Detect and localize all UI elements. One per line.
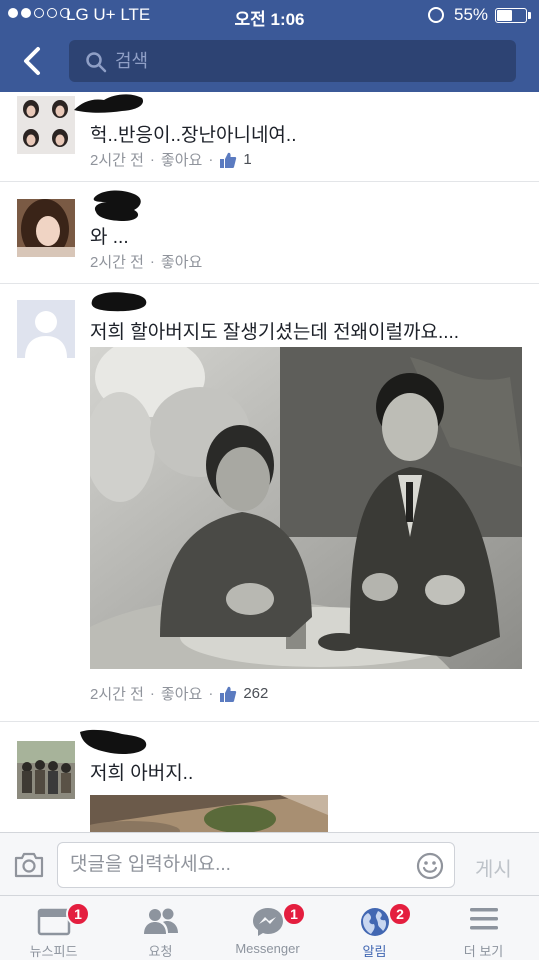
comment-text: 저희 아버지.. [90,763,194,784]
comment-text: 헉..반응이..장난아니네여.. [90,125,297,146]
friends-icon [143,908,178,934]
redacted-name [80,729,147,754]
comment-item: 헉..반응이..장난아니네여.. 2시간 전 · 좋아요 · 1 [0,92,539,182]
default-avatar-icon [17,300,75,358]
notification-badge: 2 [388,902,412,926]
like-button[interactable]: 좋아요 [161,683,202,704]
comment-time: 2시간 전 [90,152,144,169]
like-button[interactable]: 좋아요 [161,251,202,272]
chevron-left-icon [24,47,40,75]
status-bar: LG U+ LTE 오전 1:06 55% [0,0,539,32]
top-header: LG U+ LTE 오전 1:06 55% [0,0,539,92]
post-button[interactable]: 게시 [475,853,512,882]
tab-more[interactable]: 더 보기 [430,896,537,960]
comment-input-box[interactable] [57,842,455,888]
comment-composer: 게시 [0,832,539,895]
rotation-lock-icon [428,7,444,23]
comment-item: 저희 아버지.. [0,722,539,832]
vintage-photo [90,347,522,669]
comment-meta: 2시간 전 · 좋아요 · 1 [90,149,252,170]
search-input[interactable] [115,48,495,74]
tab-newsfeed[interactable]: 1 뉴스피드 [0,896,107,960]
tab-label: Messenger [235,941,300,956]
battery-percent: 55% [454,5,489,24]
globe-icon [360,908,389,936]
like-button[interactable]: 좋아요 [161,149,202,170]
bottom-tab-bar: 1 뉴스피드 요청 1 Messenger 2 알림 더 보기 [0,895,539,960]
tab-label: 알림 [362,944,387,959]
comment-text: 저희 할아버지도 잘생기셨는데 전왜이럴까요.... [90,322,460,343]
back-button[interactable] [18,44,48,78]
comment-time: 2시간 전 [90,686,144,703]
messenger-icon [252,908,283,936]
like-count: 1 [243,151,252,168]
comment-text: 와 ... [90,227,129,248]
like-count: 262 [243,685,269,702]
menu-icon [469,908,498,930]
avatar[interactable] [17,300,75,358]
tab-messenger[interactable]: 1 Messenger [214,896,321,960]
attached-photo[interactable] [90,795,328,832]
comment-time: 2시간 전 [90,254,144,271]
avatar[interactable] [17,96,75,154]
redacted-name [74,94,144,113]
tab-notifications[interactable]: 2 알림 [321,896,428,960]
avatar[interactable] [17,199,75,257]
smiley-icon[interactable] [416,852,444,880]
thumbs-up-icon [220,686,237,702]
redacted-name [93,190,141,221]
battery-icon [495,8,527,23]
notification-badge: 1 [282,902,306,926]
comment-item: 와 ... 2시간 전 · 좋아요 [0,182,539,284]
thumbs-up-icon [220,152,237,168]
tab-label: 더 보기 [463,944,504,959]
search-bar[interactable] [69,40,516,82]
comment-input[interactable] [70,852,400,878]
tab-requests[interactable]: 요청 [107,896,214,960]
tab-label: 요청 [148,944,173,959]
landscape-photo [90,795,328,832]
redacted-name [91,292,147,312]
comment-meta: 2시간 전 · 좋아요 · 262 [90,683,269,704]
attached-photo[interactable] [90,347,522,669]
avatar[interactable] [17,741,75,799]
magnifier-icon [86,52,107,73]
comment-item: 저희 할아버지도 잘생기셨는데 전왜이럴까요.... 2시간 전 · 좋아요 ·… [0,284,539,722]
notification-badge: 1 [66,902,90,926]
comment-meta: 2시간 전 · 좋아요 [90,251,203,272]
tab-label: 뉴스피드 [29,944,78,959]
comment-list[interactable]: 헉..반응이..장난아니네여.. 2시간 전 · 좋아요 · 1 와 ... 2… [0,92,539,832]
camera-icon[interactable] [14,852,44,878]
